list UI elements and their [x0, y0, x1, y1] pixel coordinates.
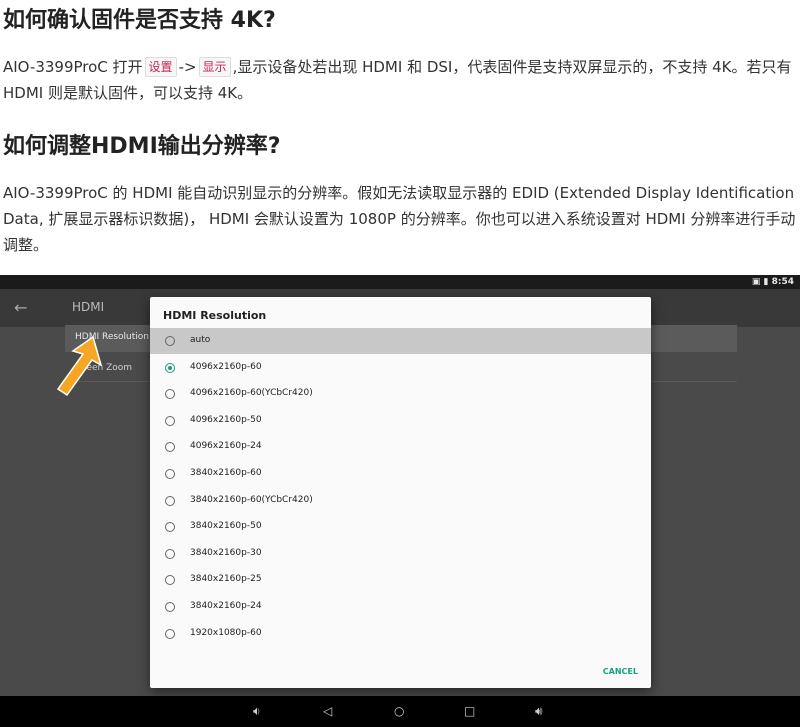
resolution-option-label: auto — [190, 335, 211, 345]
radio-checked-icon[interactable] — [165, 362, 175, 373]
resolution-option[interactable]: 3840x2160p-30 — [150, 541, 651, 567]
resolution-option-label: 4096x2160p-60 — [190, 361, 262, 372]
code-display: 显示 — [198, 57, 231, 77]
home-circle-icon[interactable]: ○ — [394, 703, 404, 719]
page-heading-hdmi-resolution: 如何调整HDMI输出分辨率? — [3, 134, 281, 159]
radio-unchecked-icon[interactable] — [165, 469, 175, 479]
volume-up-icon[interactable]: 🔊︎ — [535, 703, 543, 719]
resolution-option[interactable]: 3840x2160p-24 — [150, 594, 651, 620]
dialog-title: HDMI Resolution — [163, 309, 267, 322]
back-arrow-icon[interactable]: ← — [14, 298, 27, 317]
status-icons: ▣ ▮ — [751, 277, 769, 287]
resolution-option-label: 1920x1080p-60 — [190, 627, 262, 638]
page-heading-4k: 如何确认固件是否支持 4K? — [3, 8, 276, 33]
app-title: HDMI — [72, 300, 105, 314]
resolution-option-label: 3840x2160p-24 — [190, 601, 262, 611]
volume-down-icon[interactable]: 🔉︎ — [253, 703, 261, 719]
orange-arrow-icon — [56, 335, 103, 397]
radio-unchecked-icon[interactable] — [165, 442, 175, 453]
resolution-option[interactable]: 4096x2160p-60 — [150, 355, 651, 381]
status-bar: ▣ ▮ 8:54 — [0, 275, 800, 289]
resolution-option-label: 3840x2160p-30 — [190, 547, 262, 558]
resolution-option-label: 4096x2160p-50 — [190, 414, 262, 425]
radio-unchecked-icon[interactable] — [165, 548, 175, 559]
resolution-option-label: 4096x2160p-60(YCbCr420) — [190, 388, 313, 399]
resolution-option[interactable]: 4096x2160p-50 — [150, 408, 651, 434]
radio-unchecked-icon[interactable] — [165, 389, 175, 400]
radio-unchecked-icon[interactable] — [165, 575, 175, 586]
resolution-option[interactable]: 4096x2160p-24 — [150, 434, 651, 460]
radio-unchecked-icon[interactable] — [165, 522, 175, 533]
status-time: 8:54 — [771, 277, 794, 287]
resolution-option[interactable]: auto — [150, 328, 651, 354]
radio-unchecked-icon[interactable] — [165, 602, 175, 612]
back-triangle-icon[interactable]: ◁ — [323, 703, 332, 719]
radio-unchecked-icon[interactable] — [165, 628, 175, 639]
resolution-option-label: 4096x2160p-24 — [190, 441, 262, 452]
para1-before: AIO-3399ProC 打开 — [3, 58, 143, 76]
cancel-button[interactable]: CANCEL — [603, 667, 638, 676]
radio-unchecked-icon[interactable] — [165, 336, 175, 346]
android-screenshot: ▣ ▮ 8:54 ← HDMI HDMI Resolution creen Zo… — [0, 275, 800, 727]
code-settings: 设置 — [144, 57, 177, 77]
resolution-option-label: 3840x2160p-50 — [190, 521, 262, 532]
paragraph-4k: AIO-3399ProC 打开 设置 -> 显示 ,显示设备处若出现 HDMI 和 DS… — [3, 54, 797, 106]
radio-unchecked-icon[interactable] — [165, 495, 175, 506]
resolution-option[interactable]: 3840x2160p-60(YCbCr420) — [150, 488, 651, 514]
paragraph-hdmi: AIO-3399ProC 的 HDMI 能自动识别显示的分辨率。假如无法读取显示… — [3, 184, 796, 254]
resolution-option[interactable]: 3840x2160p-25 — [150, 567, 651, 593]
hdmi-resolution-dialog: HDMI Resolution auto 4096x2160p-60 4096x21… — [150, 297, 651, 688]
para1-arrow: -> — [178, 58, 197, 76]
radio-unchecked-icon[interactable] — [165, 415, 175, 426]
resolution-option-label: 3840x2160p-25 — [190, 574, 262, 585]
resolution-options-list[interactable]: auto 4096x2160p-60 4096x2160p-60(YCbCr420)… — [150, 328, 651, 653]
recents-square-icon[interactable]: □ — [464, 703, 475, 719]
resolution-option[interactable]: 3840x2160p-50 — [150, 514, 651, 540]
resolution-option-label: 3840x2160p-60 — [190, 468, 262, 478]
navigation-bar: 🔉︎ ◁ ○ □ 🔊︎ — [0, 696, 800, 727]
resolution-option-label: 3840x2160p-60(YCbCr420) — [190, 494, 313, 505]
resolution-option[interactable]: 1920x1080p-60 — [150, 621, 651, 647]
resolution-option[interactable]: 4096x2160p-60(YCbCr420) — [150, 381, 651, 407]
resolution-option[interactable]: 3840x2160p-60 — [150, 461, 651, 487]
